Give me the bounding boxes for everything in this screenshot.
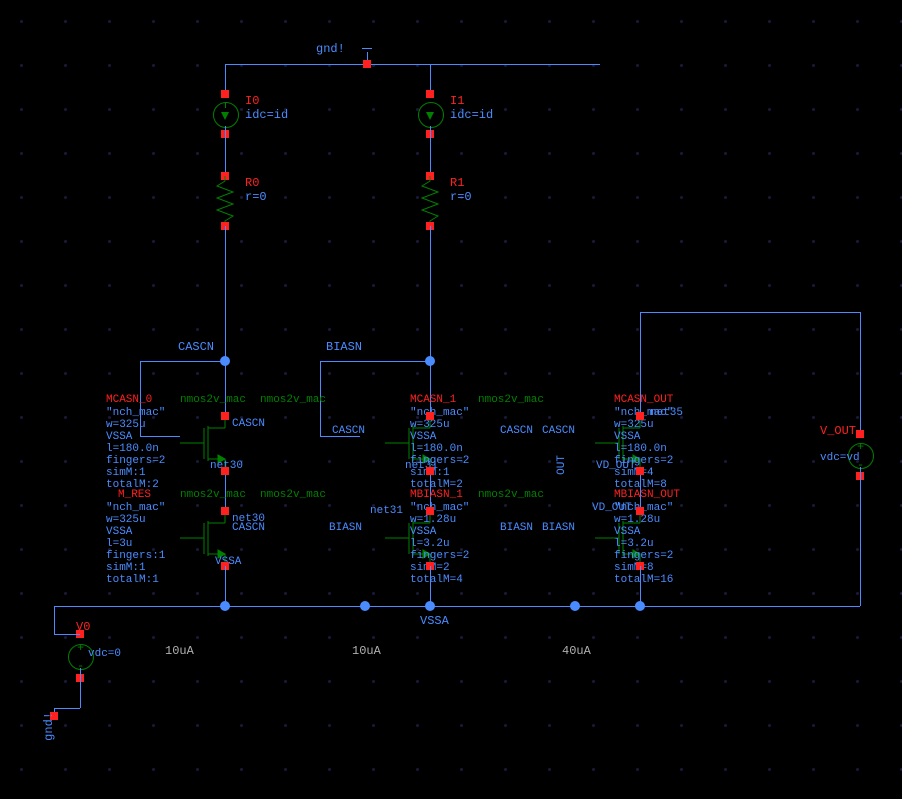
mcasn1-name: MCASN_1 [410,394,456,406]
R0-param: r=0 [245,190,267,204]
net-gnd-bottom: gnd! [42,712,56,741]
current-2: 10uA [352,644,381,658]
mcasn1-type: nmos2v_mac [478,394,544,406]
net-vssa: VSSA [420,614,449,628]
mbiasn1-name: MBIASN_1 [410,489,463,501]
I0-name: I0 [245,94,259,108]
mcasnout-name: MCASN_OUT [614,394,673,406]
wire-gnd [225,64,600,65]
v0-param: vdc=0 [88,648,121,661]
R0-name: R0 [245,176,259,190]
gnd-pin [363,60,371,68]
I0-param: idc=id [245,108,288,122]
vout-param: vdc=vd [820,452,860,465]
mbiasn1-params: "nch_mac" w=1.28u VSSA l=3.2u fingers=2 … [410,502,469,586]
mres-params: "nch_mac" w=325u VSSA l=3u fingers:1 sim… [106,502,165,586]
R1-name: R1 [450,176,464,190]
current-1: 10uA [165,644,194,658]
net-gnd: gnd! [316,42,345,56]
resistor-R0[interactable] [215,176,235,226]
v0-name: V0 [76,620,90,634]
I1-param: idc=id [450,108,493,122]
resistor-R1[interactable] [420,176,440,226]
mcasn0-name: MCASN_0 [106,394,152,406]
mcasn0-type: nmos2v_mac [180,394,246,406]
R1-param: r=0 [450,190,472,204]
mcasn1-params: "nch_mac" w=325u VSSA l=180.0n fingers=2… [410,407,469,491]
mres-name: M_RES [118,489,151,501]
net-cascn: CASCN [178,340,214,354]
current-3: 40uA [562,644,591,658]
vout-name: V_OUT [820,424,856,438]
mcasn0-params: "nch_mac" w=325u VSSA l=180.0n fingers=2… [106,407,165,491]
mbiasnout-name: MBIASN_OUT [614,489,680,501]
schematic-canvas[interactable]: (function(){ const cv = document.current… [0,0,902,799]
net-biasn: BIASN [326,340,362,354]
I1-name: I1 [450,94,464,108]
